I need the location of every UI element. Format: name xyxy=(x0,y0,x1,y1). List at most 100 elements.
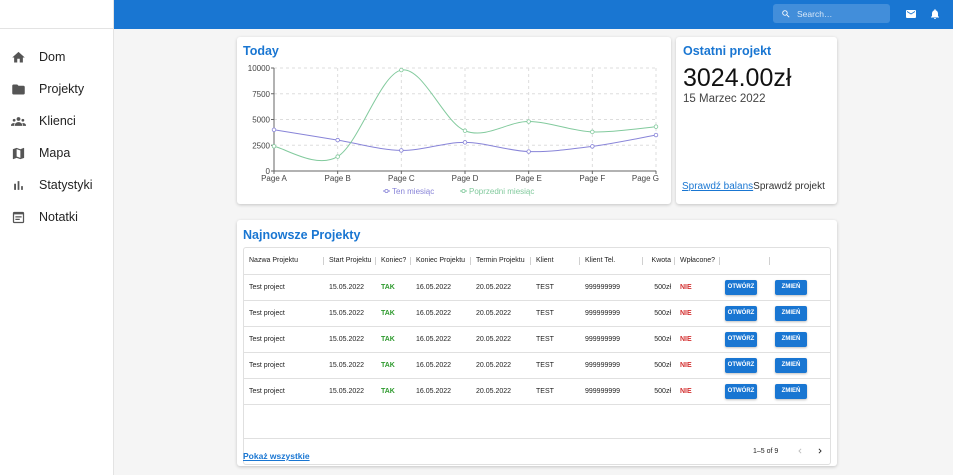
x-tick-label: Page A xyxy=(261,174,287,183)
chevron-right-icon[interactable] xyxy=(815,446,825,456)
sidebar-item-projekty[interactable]: Projekty xyxy=(0,73,113,105)
data-point xyxy=(526,119,531,124)
check-project-link[interactable]: Sprawdź projekt xyxy=(753,181,825,192)
cell-name: Test project xyxy=(244,326,324,353)
cell-start: 15.05.2022 xyxy=(324,274,376,301)
notes-icon xyxy=(12,211,25,223)
column-header[interactable]: Koniec? xyxy=(376,248,411,275)
y-tick-label: 2500 xyxy=(252,141,270,150)
data-point xyxy=(335,137,340,143)
open-button[interactable]: OTWÓRZ xyxy=(725,279,757,295)
legend-label: Poprzedni miesiąc xyxy=(469,187,534,196)
open-button[interactable]: OTWÓRZ xyxy=(725,331,757,347)
cell-amount: 500zł xyxy=(643,274,675,301)
sidebar-item-label: Statystyki xyxy=(39,178,93,192)
edit-button[interactable]: ZMIEŃ xyxy=(775,383,807,399)
today-title: Today xyxy=(243,44,279,58)
legend-marker xyxy=(461,188,466,193)
data-point xyxy=(590,129,595,135)
column-header[interactable]: Koniec Projektu xyxy=(411,248,471,275)
cell-paid: NIE xyxy=(675,352,720,379)
cell-paid: NIE xyxy=(675,326,720,353)
table-row: Test project 15.05.2022 TAK 16.05.2022 20.05… xyxy=(244,274,830,301)
cell-phone: 999999999 xyxy=(580,300,643,327)
table-row: Test project 15.05.2022 TAK 16.05.2022 20.05… xyxy=(244,352,830,379)
cell-amount: 500zł xyxy=(643,378,675,405)
cell-deadline: 20.05.2022 xyxy=(471,352,531,379)
column-header xyxy=(720,248,770,275)
cell-open: OTWÓRZ xyxy=(720,326,770,353)
table-header-row: Nazwa Projektu Start Projektu Koniec? Ko… xyxy=(244,248,830,275)
table-row: Test project 15.05.2022 TAK 16.05.2022 20.05… xyxy=(244,378,830,405)
cell-client: TEST xyxy=(531,300,580,327)
cell-done: TAK xyxy=(376,274,411,301)
check-balance-link[interactable]: Sprawdź balans xyxy=(682,181,753,192)
today-card: 0 2500 5000 7500 10000 Page A Page B Page C Page… xyxy=(237,37,671,204)
table-pagination: 1–5 of 9 xyxy=(244,438,830,464)
cell-edit: ZMIEŃ xyxy=(770,274,830,301)
data-point xyxy=(335,154,340,159)
cell-client: TEST xyxy=(531,378,580,405)
sidebar-item-dom[interactable]: Dom xyxy=(0,41,113,73)
column-header[interactable]: Nazwa Projektu xyxy=(244,248,324,275)
column-header[interactable]: Klient Tel. xyxy=(580,248,643,275)
legend-label: Ten miesiąc xyxy=(392,187,434,196)
data-point xyxy=(526,149,531,154)
x-tick-label: Page B xyxy=(325,174,351,183)
edit-button[interactable]: ZMIEŃ xyxy=(775,279,807,295)
recent-project-title: Ostatni projekt xyxy=(683,44,772,58)
open-button[interactable]: OTWÓRZ xyxy=(725,383,757,399)
cell-edit: ZMIEŃ xyxy=(770,300,830,327)
data-point xyxy=(399,148,404,153)
edit-button[interactable]: ZMIEŃ xyxy=(775,357,807,373)
cell-amount: 500zł xyxy=(643,352,675,379)
mail-icon[interactable] xyxy=(905,8,917,20)
open-button[interactable]: OTWÓRZ xyxy=(725,357,757,373)
search-box[interactable] xyxy=(773,4,890,23)
column-header[interactable]: Wpłacone? xyxy=(675,248,720,275)
cell-paid: NIE xyxy=(675,378,720,405)
cell-name: Test project xyxy=(244,352,324,379)
chevron-left-icon[interactable] xyxy=(795,446,805,456)
data-point xyxy=(462,128,468,133)
data-point xyxy=(271,127,277,132)
cell-open: OTWÓRZ xyxy=(720,378,770,405)
cell-paid: NIE xyxy=(675,274,720,301)
show-all-link[interactable]: Pokaż wszystkie xyxy=(243,451,310,461)
column-header[interactable]: Kwota xyxy=(643,248,675,275)
y-tick-label: 10000 xyxy=(248,64,271,73)
column-header[interactable]: Termin Projektu xyxy=(471,248,531,275)
home-icon xyxy=(12,51,25,62)
recent-project-date: 15 Marzec 2022 xyxy=(683,93,766,105)
cell-name: Test project xyxy=(244,300,324,327)
sidebar-item-label: Notatki xyxy=(39,210,78,224)
sidebar-item-notatki[interactable]: Notatki xyxy=(0,201,113,233)
map-icon xyxy=(12,147,25,159)
column-header[interactable]: Start Projektu xyxy=(324,248,376,275)
search-input[interactable] xyxy=(797,8,887,19)
recent-project-card: Ostatni projekt 3024.00zł 15 Marzec 2022… xyxy=(676,37,837,204)
bar-chart-icon xyxy=(14,180,23,190)
cell-name: Test project xyxy=(244,274,324,301)
cell-end: 16.05.2022 xyxy=(411,326,471,353)
sidebar-item-label: Dom xyxy=(39,50,66,64)
sidebar-item-klienci[interactable]: Klienci xyxy=(0,105,113,137)
edit-button[interactable]: ZMIEŃ xyxy=(775,305,807,321)
bell-icon[interactable] xyxy=(929,8,941,20)
cell-deadline: 20.05.2022 xyxy=(471,378,531,405)
latest-projects-card: Najnowsze Projekty Nazwa Projektu Start … xyxy=(237,220,837,466)
cell-deadline: 20.05.2022 xyxy=(471,326,531,353)
cell-done: TAK xyxy=(376,300,411,327)
sidebar-header xyxy=(0,0,113,29)
cell-start: 15.05.2022 xyxy=(324,300,376,327)
open-button[interactable]: OTWÓRZ xyxy=(725,305,757,321)
column-header[interactable]: Klient xyxy=(531,248,580,275)
sidebar-item-mapa[interactable]: Mapa xyxy=(0,137,113,169)
cell-end: 16.05.2022 xyxy=(411,274,471,301)
sidebar-item-statystyki[interactable]: Statystyki xyxy=(0,169,113,201)
column-header xyxy=(770,248,830,275)
edit-button[interactable]: ZMIEŃ xyxy=(775,331,807,347)
sidebar-item-label: Klienci xyxy=(39,114,76,128)
cell-client: TEST xyxy=(531,326,580,353)
cell-amount: 500zł xyxy=(643,326,675,353)
